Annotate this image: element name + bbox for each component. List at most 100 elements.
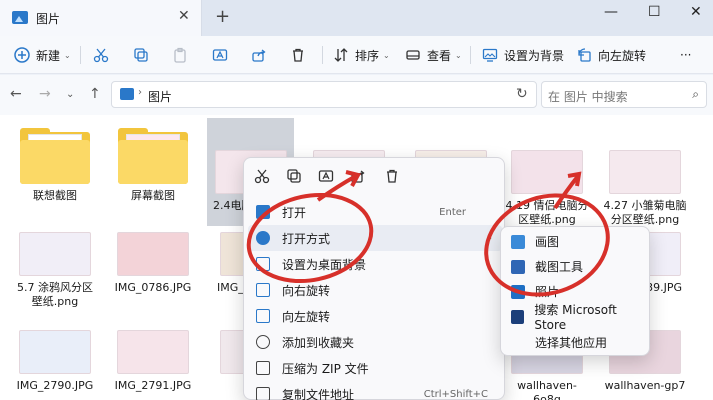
file-name: wallhaven-6o8q: [517, 379, 577, 400]
plus-circle-icon: [14, 47, 30, 63]
file-name: IMG_2791.JPG: [114, 379, 192, 392]
submenu-item-search-store[interactable]: 搜索 Microsoft Store: [505, 303, 647, 332]
copy-path-icon: [256, 387, 270, 400]
context-menu: 打开 Enter 打开方式 › 设置为桌面背景 向右旋转 向左旋转 添加到收藏夹…: [243, 157, 505, 400]
photos-app-icon: [511, 284, 525, 299]
minimize-button[interactable]: —: [604, 4, 618, 20]
tab-title: 图片: [36, 12, 61, 26]
tab-pictures[interactable]: 图片 ✕: [0, 0, 202, 36]
cut-icon[interactable]: [254, 168, 270, 184]
file-item[interactable]: 4.27 小雏菊电脑分区壁纸.png: [602, 150, 688, 227]
menu-item-copy-path[interactable]: 复制文件地址 Ctrl+Shift+C: [248, 381, 502, 400]
cut-button[interactable]: [93, 45, 115, 65]
file-name: 5.7 涂鸦风分区壁纸.png: [17, 281, 93, 308]
new-button[interactable]: 新建 ⌄: [14, 45, 71, 65]
share-icon: [252, 49, 266, 62]
image-thumbnail: [511, 150, 583, 194]
copy-button[interactable]: [133, 45, 155, 65]
menu-item-label: 压缩为 ZIP 文件: [282, 361, 369, 376]
address-bar[interactable]: › 图片 ⌄: [111, 81, 610, 108]
microsoft-store-icon: [511, 309, 525, 324]
file-item[interactable]: IMG_2790.JPG: [12, 330, 98, 393]
share-button[interactable]: [251, 45, 273, 65]
menu-item-open-with[interactable]: 打开方式 ›: [248, 225, 502, 251]
image-thumbnail: [19, 330, 91, 374]
folder-icon: [118, 128, 188, 184]
maximize-button[interactable]: ☐: [648, 4, 661, 20]
command-bar: 新建 ⌄ 排序 ⌄ 查看 ⌄ 设置为背景 向左旋转 ···: [0, 36, 713, 74]
menu-item-compress-zip[interactable]: 压缩为 ZIP 文件: [248, 355, 502, 381]
search-box[interactable]: 在 图片 中搜索 ⌕: [541, 81, 707, 108]
copy-icon[interactable]: [286, 168, 302, 184]
file-item[interactable]: 5.7 涂鸦风分区壁纸.png: [12, 232, 98, 309]
menu-item-rotate-left[interactable]: 向左旋转: [248, 303, 502, 329]
menu-item-label: 向右旋转: [282, 283, 331, 298]
file-name: 屏幕截图: [131, 189, 175, 202]
submenu-item-label: 截图工具: [535, 260, 584, 274]
file-name: wallhaven-gp7: [604, 379, 686, 392]
menu-item-label: 添加到收藏夹: [282, 335, 355, 350]
file-item[interactable]: IMG_2791.JPG: [110, 330, 196, 393]
submenu-item-snipping-tool[interactable]: 截图工具: [505, 254, 647, 279]
folder-icon: [20, 128, 90, 184]
recent-locations-chevron-icon[interactable]: ⌄: [66, 89, 74, 100]
file-item[interactable]: 4.19 情侣电脑分区壁纸.png: [504, 150, 590, 227]
title-bar: 图片 ✕ + — ☐ ✕: [0, 0, 713, 36]
chevron-down-icon: ⌄: [64, 50, 71, 60]
paste-button[interactable]: [172, 45, 194, 65]
sort-button[interactable]: 排序 ⌄: [333, 45, 390, 65]
view-icon: [406, 50, 420, 60]
back-arrow-icon[interactable]: ←: [10, 86, 22, 102]
menu-item-label: 复制文件地址: [282, 387, 355, 400]
forward-arrow-icon[interactable]: →: [39, 86, 51, 102]
rename-icon: [212, 49, 228, 61]
delete-button[interactable]: [290, 45, 312, 65]
file-name: 4.27 小雏菊电脑分区壁纸.png: [603, 199, 687, 226]
context-menu-quick-actions: [244, 158, 506, 196]
file-name: IMG_0786.JPG: [114, 281, 192, 294]
sort-icon: [334, 48, 348, 62]
open-with-submenu: 画图 截图工具 照片 搜索 Microsoft Store 选择其他应用: [500, 226, 650, 356]
new-tab-button[interactable]: +: [215, 6, 230, 27]
submenu-item-choose-other-app[interactable]: 选择其他应用: [505, 330, 647, 355]
desktop-background-icon: [482, 48, 498, 62]
view-button[interactable]: 查看 ⌄: [405, 45, 462, 65]
menu-item-add-to-favorites[interactable]: 添加到收藏夹: [248, 329, 502, 355]
refresh-icon[interactable]: ↻: [516, 86, 528, 102]
menu-item-label: 打开: [282, 205, 307, 220]
search-placeholder: 在 图片 中搜索: [548, 90, 628, 104]
zip-icon: [256, 361, 270, 375]
file-item[interactable]: 联想截图: [12, 128, 98, 203]
breadcrumb-pictures[interactable]: 图片: [148, 88, 172, 105]
set-background-button[interactable]: 设置为背景: [482, 45, 564, 65]
menu-item-rotate-right[interactable]: 向右旋转: [248, 277, 502, 303]
more-options-button[interactable]: ···: [680, 45, 691, 65]
rotate-left-button[interactable]: 向左旋转: [576, 45, 646, 65]
rename-icon[interactable]: [318, 168, 334, 184]
file-item[interactable]: 屏幕截图: [110, 128, 196, 203]
share-icon[interactable]: [350, 168, 366, 184]
close-window-button[interactable]: ✕: [690, 4, 702, 20]
snipping-tool-icon: [511, 259, 525, 274]
image-thumbnail: [117, 330, 189, 374]
clipboard-icon: [174, 47, 186, 63]
trash-icon[interactable]: [384, 168, 400, 184]
image-thumbnail: [609, 150, 681, 194]
menu-item-label: 向左旋转: [282, 309, 331, 324]
file-name: 联想截图: [33, 189, 77, 202]
menu-item-shortcut: Ctrl+Shift+C: [423, 388, 488, 400]
submenu-item-paint[interactable]: 画图: [505, 229, 647, 254]
rename-button[interactable]: [212, 45, 234, 65]
menu-item-open[interactable]: 打开 Enter: [248, 199, 502, 225]
sort-label: 排序: [355, 48, 380, 63]
submenu-item-label: 搜索 Microsoft Store: [534, 303, 617, 332]
rotate-left-label: 向左旋转: [598, 48, 647, 63]
menu-item-set-desktop-background[interactable]: 设置为桌面背景: [248, 251, 502, 277]
tab-close-button[interactable]: ✕: [178, 8, 190, 24]
file-item[interactable]: IMG_0786.JPG: [110, 232, 196, 295]
up-arrow-icon[interactable]: ↑: [89, 86, 101, 102]
blank-icon: [511, 336, 525, 350]
copy-icon: [134, 48, 148, 62]
chevron-down-icon: ⌄: [455, 50, 462, 60]
rotate-left-icon: [256, 309, 270, 323]
